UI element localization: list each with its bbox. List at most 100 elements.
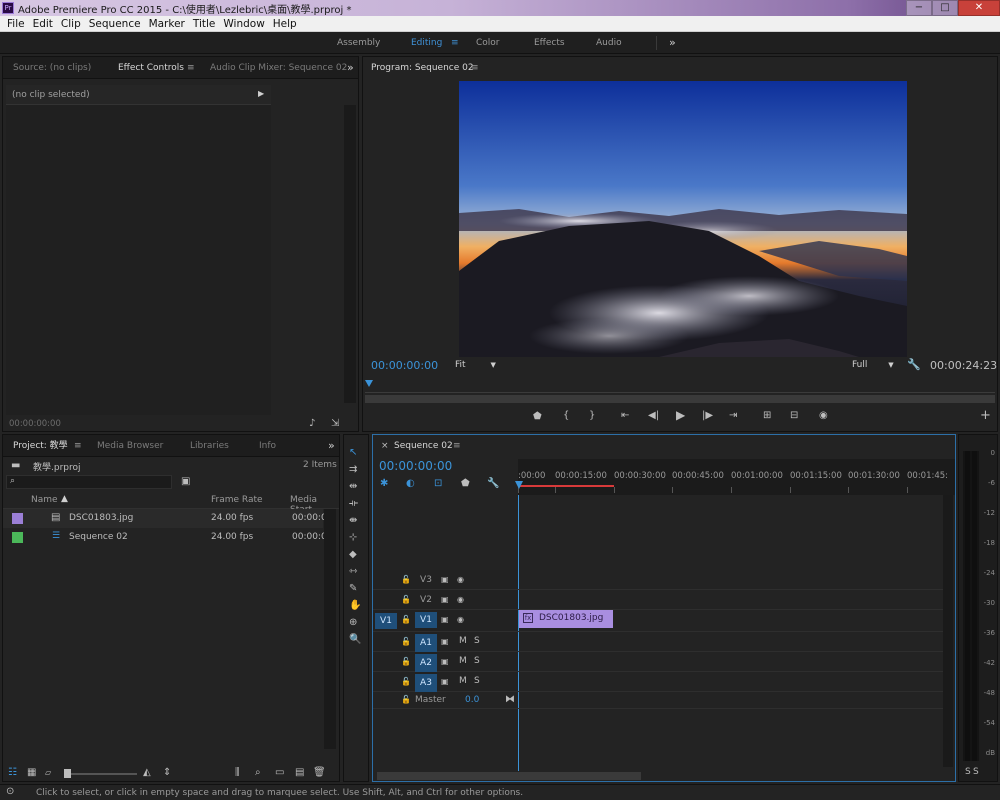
close-sequence-icon[interactable]: × — [381, 435, 389, 457]
snap-icon[interactable]: ✱ — [380, 478, 388, 490]
workspace-menu-icon[interactable]: ≡ — [451, 32, 459, 54]
tab-source[interactable]: Source: (no clips) — [13, 57, 91, 79]
track-target-a2[interactable]: A2 — [415, 654, 437, 672]
track-target-v3[interactable]: V3 — [415, 572, 437, 588]
video-track-row[interactable]: 🔓 V2 ▣ ◉ — [373, 590, 953, 610]
add-marker-icon[interactable]: ⬟ — [461, 478, 470, 490]
effect-controls-scroll-track[interactable] — [344, 105, 356, 403]
project-row[interactable]: ☰ Sequence 02 24.00 fps 00:00:0 — [3, 528, 327, 547]
tab-sequence[interactable]: Sequence 02 — [394, 435, 453, 457]
program-zoom-scrollbar[interactable] — [365, 395, 995, 403]
sync-lock-icon[interactable]: ▣ — [441, 656, 449, 668]
sync-lock-icon[interactable]: ▣ — [441, 614, 449, 626]
rolling-edit-tool-icon[interactable]: ⟛ — [349, 498, 358, 510]
extract-icon[interactable]: ⊟ — [790, 410, 798, 422]
automate-to-sequence-icon[interactable]: ⫼ — [235, 767, 240, 779]
project-scroll-track[interactable] — [324, 509, 336, 749]
lift-icon[interactable]: ⊞ — [763, 410, 771, 422]
export-frame-icon[interactable]: ◉ — [819, 410, 828, 422]
master-track-row[interactable]: 🔓 Master 0.0 ⧓ — [373, 691, 953, 709]
lock-icon[interactable]: 🔓 — [401, 694, 411, 706]
timeline-vertical-scroll[interactable] — [943, 495, 953, 767]
sync-lock-icon[interactable]: ▣ — [441, 574, 449, 586]
menu-sequence[interactable]: Sequence — [85, 16, 145, 32]
menu-marker[interactable]: Marker — [145, 16, 189, 32]
solo-button[interactable]: S — [474, 636, 480, 646]
track-target-v2[interactable]: V2 — [415, 592, 437, 608]
expand-arrow-icon[interactable]: ▶ — [258, 89, 264, 98]
sort-ascending-icon[interactable]: ▲ — [61, 494, 68, 504]
solo-right-button[interactable]: S — [973, 767, 979, 777]
ripple-edit-tool-icon[interactable]: ⇹ — [349, 481, 357, 493]
workspace-overflow-icon[interactable]: » — [669, 32, 676, 54]
linked-selection-icon[interactable]: ◐ — [406, 478, 415, 490]
source-patch-v1[interactable]: V1 — [375, 613, 397, 629]
tab-audio-clip-mixer[interactable]: Audio Clip Mixer: Sequence 02 — [210, 57, 347, 79]
out-point-icon[interactable]: } — [589, 410, 595, 422]
lock-icon[interactable]: 🔓 — [401, 594, 411, 606]
sync-lock-icon[interactable]: ▣ — [441, 594, 449, 606]
audio-output-icon[interactable]: ♪ — [309, 418, 315, 430]
workspace-audio[interactable]: Audio — [596, 32, 622, 54]
menu-window[interactable]: Window — [219, 16, 268, 32]
program-time-ruler[interactable] — [365, 379, 995, 393]
project-item-name[interactable]: DSC01803.jpg — [69, 513, 133, 523]
track-target-a1[interactable]: A1 — [415, 634, 437, 652]
timeline-ruler[interactable]: :00:00 00:00:15:00 00:00:30:00 00:00:45:00 0… — [515, 459, 955, 495]
panel-overflow-icon[interactable]: » — [328, 435, 335, 457]
playhead-icon[interactable] — [365, 380, 373, 387]
lock-icon[interactable]: 🔓 — [401, 636, 411, 648]
new-bin-icon[interactable]: ▭ — [275, 767, 284, 779]
work-area-bar[interactable] — [518, 485, 614, 487]
mute-button[interactable]: M — [459, 636, 467, 646]
slide-tool-icon[interactable]: ⇿ — [349, 566, 357, 578]
timeline-horizontal-scroll[interactable] — [377, 772, 641, 780]
menu-clip[interactable]: Clip — [57, 16, 85, 32]
program-video-frame[interactable] — [459, 81, 907, 357]
workspace-assembly[interactable]: Assembly — [337, 32, 380, 54]
magnify-tool-icon[interactable]: 🔍 — [349, 634, 361, 646]
icon-view-icon[interactable]: ▦ — [27, 767, 36, 779]
zoom-slider[interactable] — [64, 769, 137, 778]
hand-tool-icon[interactable]: ✋ — [349, 600, 361, 612]
step-forward-icon[interactable]: |▶ — [702, 410, 713, 422]
new-item-icon[interactable]: ▤ — [295, 767, 304, 779]
marker-icon[interactable]: ⬟ — [533, 411, 542, 423]
zoom-tool-icon[interactable]: ⊕ — [349, 617, 357, 629]
tab-libraries[interactable]: Libraries — [190, 435, 229, 457]
close-window-button[interactable]: ✕ — [958, 0, 1000, 16]
audio-track-row[interactable]: 🔓 A3 ▣ M S — [373, 672, 953, 692]
master-keyframe-icon[interactable]: ⧓ — [505, 694, 515, 706]
lock-icon[interactable]: 🔓 — [401, 574, 411, 586]
eye-icon[interactable]: ◉ — [457, 614, 464, 626]
in-point-icon[interactable]: { — [563, 410, 569, 422]
sort-icon[interactable]: ◭ — [143, 767, 151, 779]
solo-left-button[interactable]: S — [965, 767, 971, 777]
pen-tool-icon[interactable]: ✎ — [349, 583, 357, 595]
eye-icon[interactable]: ◉ — [457, 574, 464, 586]
sort-order-icon[interactable]: ⇕ — [163, 767, 171, 779]
mute-button[interactable]: M — [459, 676, 467, 686]
timeline-settings-wrench-icon[interactable]: 🔧 — [487, 478, 499, 490]
freeform-view-icon[interactable]: ▱ — [45, 767, 51, 779]
sync-lock-icon[interactable]: ▣ — [441, 676, 449, 688]
play-icon[interactable]: ▶ — [676, 409, 685, 421]
video-track-row[interactable]: V1 🔓 V1 ▣ ◉ — [373, 610, 953, 632]
track-target-v1[interactable]: V1 — [415, 612, 437, 628]
minimize-button[interactable]: − — [906, 0, 932, 16]
menu-title[interactable]: Title — [189, 16, 220, 32]
wrench-icon[interactable]: 🔧 — [907, 359, 921, 371]
add-button-icon[interactable]: + — [980, 409, 991, 422]
project-row[interactable]: ▤ DSC01803.jpg 24.00 fps 00:00:0 — [3, 509, 327, 528]
solo-button[interactable]: S — [474, 656, 480, 666]
audio-track-row[interactable]: 🔓 A2 ▣ M S — [373, 652, 953, 672]
razor-tool-icon[interactable]: ⊹ — [349, 532, 357, 544]
tab-project[interactable]: Project: 教學 — [13, 435, 68, 457]
workspace-editing[interactable]: Editing — [411, 32, 442, 54]
trash-icon[interactable]: 🗑 — [313, 767, 326, 779]
maximize-button[interactable]: □ — [932, 0, 958, 16]
lock-icon[interactable]: 🔓 — [401, 676, 411, 688]
slip-tool-icon[interactable]: ◆ — [349, 549, 357, 561]
export-icon[interactable]: ⇲ — [331, 418, 339, 430]
program-monitor-title[interactable]: Program: Sequence 02 — [371, 57, 474, 79]
